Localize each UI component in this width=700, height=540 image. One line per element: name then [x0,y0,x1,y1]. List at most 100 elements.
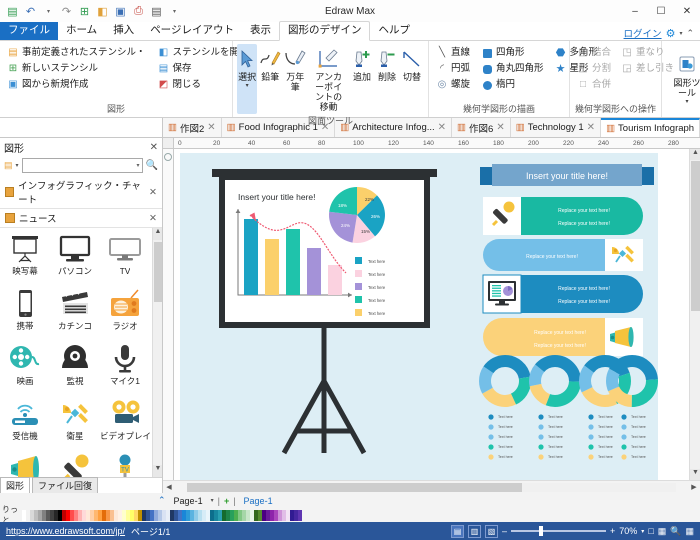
minimize-button[interactable]: – [622,0,648,22]
chevron-down-icon[interactable]: ▾ [641,528,644,535]
new-icon[interactable]: ⊞ [77,4,92,19]
presentation-view-button[interactable]: ▧ [485,524,498,538]
shape-microphone-2[interactable]: マイク1 [50,452,100,477]
switch-anchor-tool[interactable]: 切替 [400,44,424,114]
zoom-out-button[interactable]: – [502,526,507,536]
shape-tool-dropdown-icon[interactable]: ▾ [685,98,688,105]
normal-view-button[interactable]: ▤ [451,524,464,538]
qat-dropdown-icon[interactable]: ▾ [167,4,182,19]
move-anchor-point-tool[interactable]: アンカーポイントの移動 [308,44,349,114]
shape-broadcast[interactable]: 放送 [0,452,50,477]
close-icon[interactable]: ✕ [149,213,157,224]
ellipse-tool[interactable]: 楕円 [478,78,547,92]
shape-satellite[interactable]: 衛星 [50,397,100,452]
drawing-canvas[interactable]: Insert your title here! 22% 26% 15% 24% … [174,149,689,480]
canvas-horizontal-scrollbar[interactable]: ◀ ▶ [163,480,700,493]
edraw-website-link[interactable]: https://www.edrawsoft.com/jp/ [6,526,125,536]
combine-tool[interactable]: □ 合併 [574,78,614,92]
panel-tab-shapes[interactable]: 図形 [0,477,31,494]
menu-help[interactable]: ヘルプ [370,22,418,40]
grid-toggle-button[interactable]: ▦ [685,526,694,537]
shape-movie[interactable]: 映画 [0,342,50,397]
union-tool[interactable]: ◰ 結合 [574,46,614,60]
pencil-tool[interactable]: 鉛筆 [258,44,282,114]
shape-computer[interactable]: パソコン [50,232,100,287]
page-nav-up-icon[interactable]: ⌃ [158,495,166,506]
maximize-button[interactable]: ☐ [648,0,674,22]
shape-tool-button[interactable]: 図形ツール ▾ [666,50,700,107]
close-icon[interactable]: ✕ [438,122,446,133]
arc-tool[interactable]: ◜ 円弧 [433,62,473,76]
rectangle-tool[interactable]: 四角形 [478,46,547,60]
shape-projector-screen[interactable]: 映写幕 [0,232,50,287]
add-anchor-tool[interactable]: 追加 [350,44,374,114]
scroll-thumb[interactable] [691,161,700,311]
stencil-news[interactable]: ニュース ✕ [0,209,162,228]
customize-qat-icon[interactable]: ▤ [149,4,164,19]
line-tool[interactable]: ╲ 直線 [433,46,473,60]
close-icon[interactable]: ✕ [496,122,504,133]
gear-icon[interactable]: ⚙ [666,27,676,40]
edraw-logo-icon[interactable]: ▤ [5,4,20,19]
document-page[interactable]: Insert your title here! 22% 26% 15% 24% … [180,153,658,480]
menu-home[interactable]: ホーム [58,22,105,40]
scroll-thumb[interactable] [154,242,162,302]
fountain-pen-tool[interactable]: 万年筆 [283,44,307,114]
login-link[interactable]: ログイン [624,26,662,40]
page-tab-page-1[interactable]: Page-1 [240,496,277,506]
doc-tab-tourism-infographic[interactable]: ▥ Tourism Infograph [601,118,700,137]
menu-shape-design[interactable]: 図形のデザイン [278,21,371,41]
scroll-right-icon[interactable]: ▶ [688,483,700,491]
stencil-infographic-chart[interactable]: インフォグラフィック・チャート ✕ [0,176,162,209]
print-icon[interactable]: ⎙ [131,4,146,19]
close-icon[interactable]: ✕ [149,187,157,198]
close-icon[interactable]: ✕ [587,122,595,133]
rounded-rectangle-tool[interactable]: 角丸四角形 [478,62,547,76]
undo-dropdown-icon[interactable]: ▾ [41,4,56,19]
scroll-up-icon[interactable]: ▲ [690,149,700,160]
select-tool[interactable]: 選択 ▾ [237,44,258,114]
open-icon[interactable]: ◧ [95,4,110,19]
close-button[interactable]: ✕ [674,0,700,22]
delete-anchor-tool[interactable]: 削除 [375,44,399,114]
shape-tv[interactable]: TV [100,232,150,287]
select-tool-dropdown-icon[interactable]: ▾ [246,82,249,89]
vertical-ruler[interactable] [163,149,174,480]
scroll-thumb[interactable] [187,482,522,492]
scroll-left-icon[interactable]: ◀ [163,483,175,491]
zoom-slider-knob[interactable] [539,526,544,536]
panel-tab-file-recovery[interactable]: ファイル回復 [32,477,99,494]
chevron-down-icon[interactable]: ▾ [16,162,19,169]
menu-view[interactable]: 表示 [242,22,279,40]
doc-tab-technology-1[interactable]: ▥ Technology 1 ✕ [510,118,602,137]
scroll-up-icon[interactable]: ▲ [153,228,162,240]
collapse-ribbon-icon[interactable]: ⌃ [686,28,694,39]
fragment-tool[interactable]: ◱ 分割 [574,62,614,76]
shape-panel-scrollbar[interactable]: ▲ ▼ [152,228,162,477]
zoom-select-button[interactable]: 🔍 [670,526,681,537]
close-icon[interactable]: ✕ [150,142,158,153]
horizontal-ruler[interactable]: 0 20 40 60 80 100 120 140 160 180 200 22… [163,138,700,149]
spiral-tool[interactable]: ◎ 螺旋 [433,78,473,92]
fit-page-button[interactable]: □ [648,526,653,536]
stencil-picker-icon[interactable]: ▤ [4,160,13,171]
add-page-button[interactable]: + [224,496,229,506]
menu-file[interactable]: ファイル [0,22,58,40]
shape-clapperboard[interactable]: カチンコ [50,287,100,342]
search-input[interactable]: ▾ [21,158,143,173]
doc-tab-sakuzu2[interactable]: ▥ 作図2 ✕ [163,118,222,137]
color-swatch[interactable] [298,509,302,521]
shape-mobile[interactable]: 携帯 [0,287,50,342]
canvas-vertical-scrollbar[interactable]: ▲ ▼ [689,149,700,480]
shape-receiver[interactable]: 受信機 [0,397,50,452]
scroll-track[interactable] [187,482,676,492]
close-icon[interactable]: ✕ [207,122,215,133]
fit-width-button[interactable]: ▦ [658,526,667,537]
shape-radio[interactable]: ラジオ [100,287,150,342]
redo-icon[interactable]: ↷ [59,4,74,19]
undo-icon[interactable]: ↶ [23,4,38,19]
shape-microphone-3[interactable]: TV マイク1 [100,452,150,477]
page-selector[interactable]: Page-1 [170,496,207,506]
predefined-stencil-button[interactable]: ▤ 事前定義されたステンシル・ [4,46,149,60]
search-icon[interactable]: 🔍 [146,160,158,171]
